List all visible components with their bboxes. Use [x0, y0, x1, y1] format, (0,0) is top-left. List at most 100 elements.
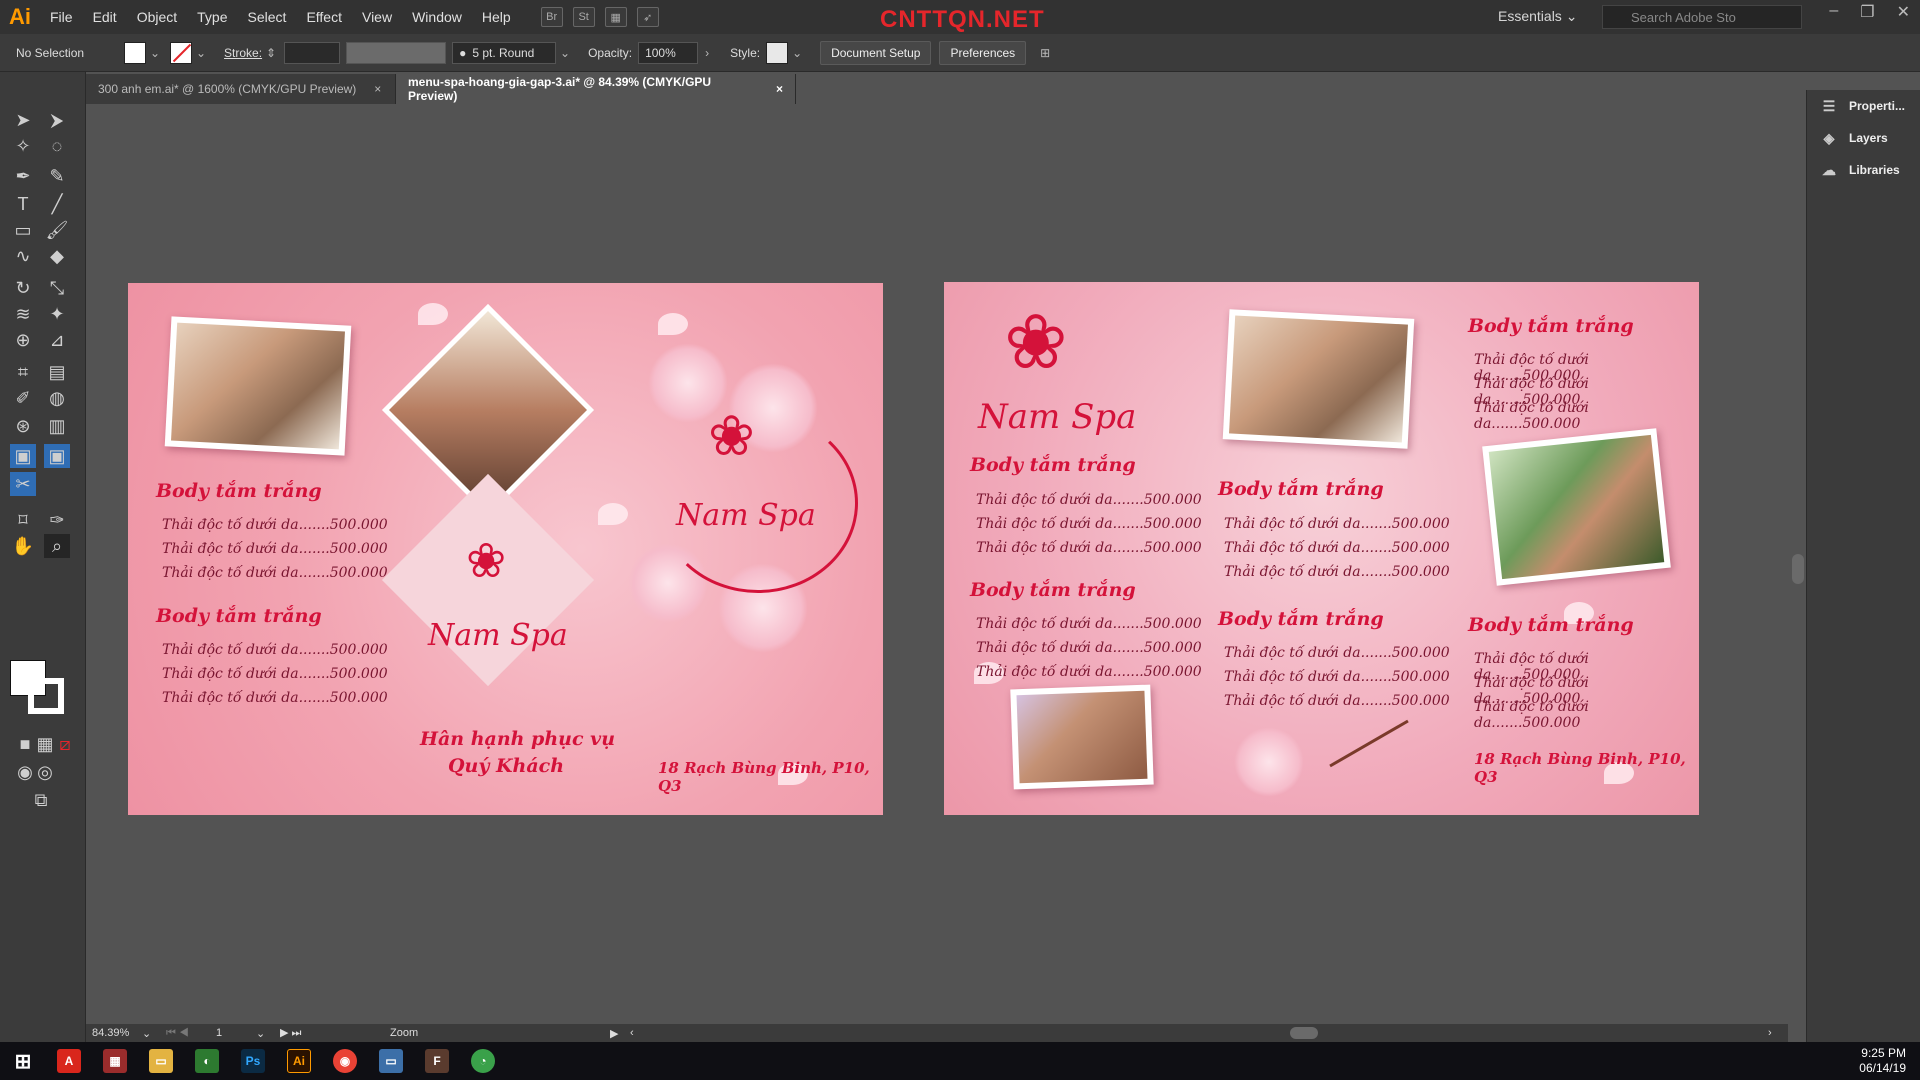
chevron-down-icon[interactable]: ⌄ — [558, 46, 572, 60]
bridge-button[interactable]: Br — [540, 7, 563, 27]
type-tool-icon[interactable]: T — [10, 192, 36, 216]
stroke-stepper-icon[interactable]: ⇕ — [264, 46, 278, 60]
menu-effect[interactable]: Effect — [296, 9, 352, 25]
font-app-icon[interactable]: F — [414, 1042, 460, 1080]
scroll-thumb[interactable] — [1290, 1027, 1318, 1039]
shaper-tool-icon[interactable]: ∿ — [10, 244, 36, 268]
acrobat-icon[interactable]: A — [46, 1042, 92, 1080]
gradient-tool-icon[interactable]: ▤ — [44, 360, 70, 384]
plugin-tool-2-icon[interactable]: ▣ — [44, 444, 70, 468]
chevron-down-icon[interactable]: ⌄ — [142, 1027, 166, 1040]
paintbrush-icon[interactable]: 🖌 — [44, 218, 70, 242]
window-preview-icon[interactable]: ▭ — [368, 1042, 414, 1080]
chevron-down-icon[interactable]: ⌄ — [148, 46, 162, 60]
gpu-performance-icon[interactable]: ➶ — [636, 7, 659, 27]
artboard-nav-next-icon[interactable]: ▶ ⏭ — [280, 1026, 320, 1040]
stroke-weight-field[interactable] — [284, 41, 341, 64]
tab-300-anh-em[interactable]: 300 anh em.ai* @ 1600% (CMYK/GPU Preview… — [86, 74, 396, 104]
hscroll-left-icon[interactable]: ‹ — [630, 1027, 650, 1039]
selection-tool-icon[interactable]: ➤ — [10, 108, 36, 132]
tab-menu-spa[interactable]: menu-spa-hoang-gia-gap-3.ai* @ 84.39% (C… — [396, 74, 796, 104]
utility-app-icon[interactable]: ◔ — [460, 1042, 506, 1080]
artboard-number[interactable]: 1 — [216, 1027, 256, 1039]
perspective-grid-icon[interactable]: ⊿ — [44, 328, 70, 352]
screen-mode-icon[interactable]: ⧉ — [28, 788, 54, 812]
slice-tool-icon[interactable]: ✑ — [44, 508, 70, 532]
direct-selection-tool-icon[interactable]: ⮞ — [44, 108, 70, 132]
graphic-style-swatch[interactable] — [766, 41, 789, 64]
menu-select[interactable]: Select — [238, 9, 297, 25]
scroll-thumb[interactable] — [1792, 554, 1804, 584]
menu-type[interactable]: Type — [187, 9, 237, 25]
status-menu-icon[interactable]: ▶ — [610, 1027, 630, 1040]
eyedropper-icon[interactable]: ✐ — [10, 386, 36, 410]
artboard-right[interactable]: ❀ Nam Spa Body tắm trắng Thải độc tố dướ… — [944, 282, 1699, 815]
zoom-level[interactable]: 84.39% — [92, 1027, 142, 1039]
zoom-tool-icon[interactable]: ⌕ — [44, 534, 70, 558]
hand-tool-icon[interactable]: ✋ — [10, 534, 36, 558]
illustrator-icon[interactable]: Ai — [276, 1042, 322, 1080]
workspace-switcher[interactable]: Essentials ⌄ — [1498, 8, 1577, 25]
blend-tool-icon[interactable]: ◍ — [44, 386, 70, 410]
menu-help[interactable]: Help — [472, 9, 521, 25]
minimize-icon[interactable]: – — [1829, 2, 1838, 22]
artboard-tool-icon[interactable]: ⌑ — [10, 508, 36, 532]
close-icon[interactable]: × — [776, 82, 783, 96]
menu-window[interactable]: Window — [402, 9, 472, 25]
stock-search-input[interactable]: Search Adobe Sto — [1602, 5, 1802, 29]
horizontal-scrollbar[interactable] — [650, 1027, 1768, 1039]
shape-builder-icon[interactable]: ⊕ — [10, 328, 36, 352]
app-icon[interactable]: ▦ — [92, 1042, 138, 1080]
variable-width-profile[interactable] — [346, 41, 447, 64]
arrange-documents-icon[interactable]: ▦ — [604, 7, 627, 27]
menu-object[interactable]: Object — [127, 9, 187, 25]
menu-file[interactable]: File — [40, 9, 83, 25]
stroke-swatch[interactable] — [170, 41, 193, 64]
pen-tool-icon[interactable]: ✒ — [10, 164, 36, 188]
stock-button[interactable]: St — [572, 7, 595, 27]
fill-swatch[interactable] — [124, 41, 147, 64]
scale-tool-icon[interactable]: ⤡ — [44, 276, 70, 300]
panel-layers[interactable]: ◈ Layers — [1807, 122, 1920, 154]
mesh-tool-icon[interactable]: ⌗ — [10, 360, 36, 384]
system-clock[interactable]: 9:25 PM 06/14/19 — [1859, 1046, 1906, 1076]
puppet-warp-icon[interactable]: ✦ — [44, 302, 70, 326]
plugin-tool-3-icon[interactable]: ✂ — [10, 472, 36, 496]
panel-libraries[interactable]: ☁ Libraries — [1807, 154, 1920, 186]
curvature-tool-icon[interactable]: ✎ — [44, 164, 70, 188]
eraser-icon[interactable]: ◆ — [44, 244, 70, 268]
menu-edit[interactable]: Edit — [83, 9, 127, 25]
photoshop-icon[interactable]: Ps — [230, 1042, 276, 1080]
panel-properties[interactable]: ☰ Properti... — [1807, 90, 1920, 122]
rectangle-tool-icon[interactable]: ▭ — [10, 218, 36, 242]
brush-definition[interactable]: ● 5 pt. Round — [452, 41, 557, 64]
artboard-nav-first-icon[interactable]: ⏮ ◀ — [166, 1027, 216, 1040]
windows-start-icon[interactable]: ⊞ — [0, 1042, 46, 1080]
vertical-scrollbar[interactable] — [1788, 104, 1806, 1024]
file-explorer-icon[interactable]: ▭ — [138, 1042, 184, 1080]
lasso-icon[interactable]: ◌ — [44, 134, 70, 158]
opacity-field[interactable]: 100% — [638, 41, 699, 64]
none-mode-icon[interactable]: ⧄ — [52, 732, 78, 756]
close-icon[interactable]: × — [374, 82, 381, 96]
rotate-tool-icon[interactable]: ↻ — [10, 276, 36, 300]
close-icon[interactable]: ✕ — [1897, 2, 1910, 22]
chevron-down-icon[interactable]: ⌄ — [194, 46, 208, 60]
document-setup-button[interactable]: Document Setup — [820, 40, 932, 65]
plugin-tool-icon[interactable]: ▣ — [10, 444, 36, 468]
align-icon[interactable]: ⊞ — [1038, 46, 1052, 60]
stroke-color-box[interactable] — [28, 678, 64, 714]
chevron-down-icon[interactable]: ⌄ — [790, 46, 804, 60]
draw-behind-icon[interactable]: ◎ — [32, 760, 58, 784]
corel-icon[interactable]: ◐ — [184, 1042, 230, 1080]
preferences-button[interactable]: Preferences — [939, 40, 1027, 65]
hscroll-right-icon[interactable]: › — [1768, 1027, 1788, 1039]
stroke-label[interactable]: Stroke: — [224, 46, 262, 60]
line-tool-icon[interactable]: ╱ — [44, 192, 70, 216]
menu-view[interactable]: View — [352, 9, 402, 25]
symbol-sprayer-icon[interactable]: ⊛ — [10, 414, 36, 438]
artboard-left[interactable]: ❀ Nam Spa ❀ Nam Spa Body tắm trắng Thải … — [128, 283, 883, 815]
restore-icon[interactable]: ❐ — [1860, 2, 1874, 22]
graph-tool-icon[interactable]: ▥ — [44, 414, 70, 438]
chevron-down-icon[interactable]: ⌄ — [256, 1027, 280, 1040]
